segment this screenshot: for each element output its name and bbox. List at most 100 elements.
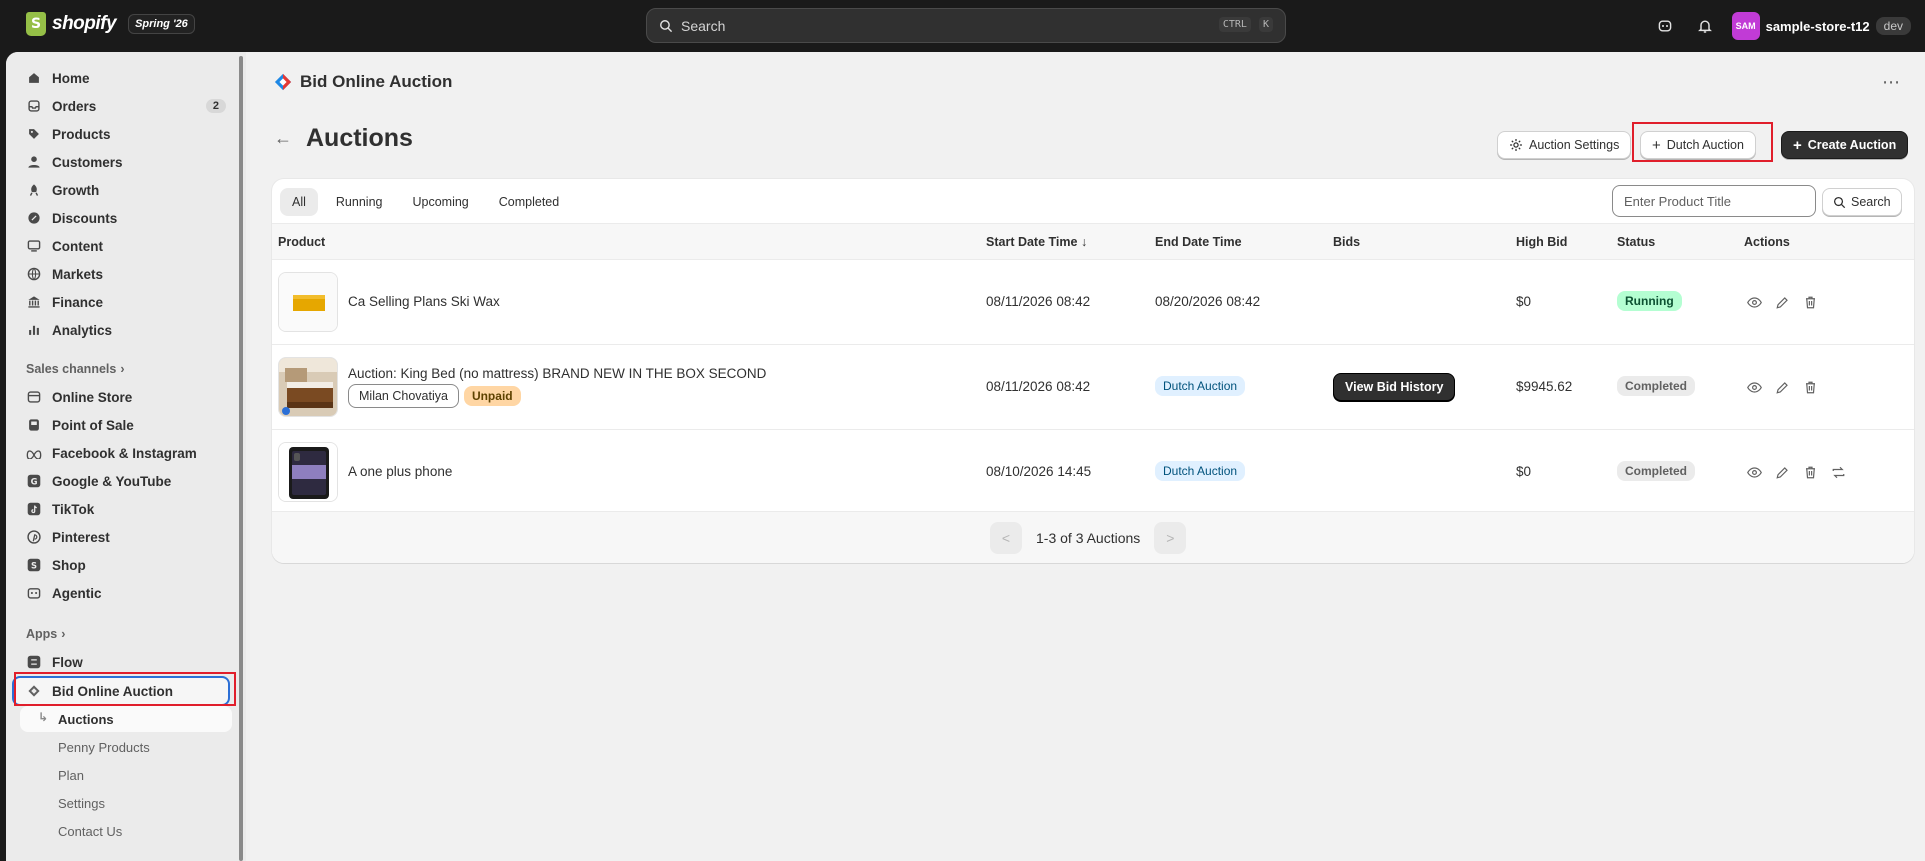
apps-heading[interactable]: Apps › (26, 627, 65, 641)
sidebar-item-growth[interactable]: Growth (20, 177, 232, 203)
search-button[interactable]: Search (1822, 188, 1902, 216)
sidebar-item-products[interactable]: Products (20, 121, 232, 147)
sidebar-item-discounts[interactable]: Discounts (20, 205, 232, 231)
sidebar-item-pos[interactable]: Point of Sale (20, 412, 232, 438)
column-header-start-date[interactable]: Start Date Time ↓ (986, 235, 1087, 249)
delete-icon[interactable] (1802, 464, 1818, 480)
sidebar-subitem-label: Penny Products (58, 739, 150, 755)
sidebar-item-label: Agentic (52, 585, 102, 601)
top-right-actions: SAM sample-store-t12 dev (1652, 12, 1911, 40)
auctions-card: All Running Upcoming Completed Search Pr… (272, 179, 1914, 563)
tab-running[interactable]: Running (324, 188, 395, 216)
sidebar-item-facebook-instagram[interactable]: Facebook & Instagram (20, 440, 232, 466)
product-title: A one plus phone (348, 464, 453, 479)
bid-app-icon (274, 73, 292, 91)
bell-icon[interactable] (1692, 13, 1718, 39)
tab-upcoming[interactable]: Upcoming (400, 188, 480, 216)
sidebar-subitem-label: Settings (58, 795, 105, 811)
page-header: ← Auctions (274, 124, 413, 153)
table-row[interactable]: A one plus phone 08/10/2026 14:45 Dutch … (272, 430, 1914, 515)
sidebar-item-shop[interactable]: S Shop (20, 552, 232, 578)
product-title-search-input[interactable] (1612, 185, 1816, 217)
edit-icon[interactable] (1774, 379, 1790, 395)
gear-icon (1510, 139, 1522, 151)
edit-icon[interactable] (1774, 464, 1790, 480)
sidebar-item-tiktok[interactable]: TikTok (20, 496, 232, 522)
sidebar-item-google-youtube[interactable]: G Google & YouTube (20, 468, 232, 494)
content-icon (26, 238, 42, 254)
product-title: Auction: King Bed (no mattress) BRAND NE… (348, 366, 767, 381)
table-row[interactable]: Ca Selling Plans Ski Wax 08/11/2026 08:4… (272, 260, 1914, 345)
bank-icon (26, 294, 42, 310)
eye-icon[interactable] (1746, 294, 1762, 310)
prev-page-button[interactable]: < (990, 522, 1022, 554)
sidebar-item-analytics[interactable]: Analytics (20, 317, 232, 343)
sidebar-item-orders[interactable]: Orders 2 (20, 93, 232, 119)
sidebar-item-markets[interactable]: Markets (20, 261, 232, 287)
sidebar-item-label: Facebook & Instagram (52, 445, 197, 461)
global-search[interactable]: Search CTRL K (646, 8, 1286, 43)
sidebar-item-label: Products (52, 126, 111, 142)
relist-icon[interactable] (1830, 464, 1846, 480)
delete-icon[interactable] (1802, 294, 1818, 310)
sidebar-subitem-label: Contact Us (58, 823, 123, 839)
sidebar-subitem-auctions[interactable]: ↳ Auctions (20, 706, 232, 732)
status-badge: Completed (1617, 461, 1696, 481)
back-arrow-icon[interactable]: ← (274, 128, 294, 149)
sidebar-subitem-penny-products[interactable]: Penny Products (20, 734, 232, 760)
status-badge: Running (1617, 291, 1682, 311)
sidekick-icon[interactable] (1652, 13, 1678, 39)
tab-all[interactable]: All (280, 188, 318, 216)
pinterest-icon (26, 529, 42, 545)
payment-status-badge: Unpaid (463, 386, 521, 406)
next-page-button[interactable]: > (1154, 522, 1187, 554)
sidebar-item-pinterest[interactable]: Pinterest (20, 524, 232, 550)
sidebar-item-customers[interactable]: Customers (20, 149, 232, 175)
eye-icon[interactable] (1746, 379, 1762, 395)
more-options-icon[interactable]: ⋯ (1882, 72, 1901, 93)
search-placeholder: Search (681, 17, 726, 34)
sidebar-subitem-contact-us[interactable]: Contact Us (20, 818, 232, 844)
sort-down-icon: ↓ (1080, 235, 1088, 249)
sidebar-item-label: Content (52, 238, 103, 254)
view-bid-history-button[interactable]: View Bid History (1333, 373, 1456, 401)
chart-icon (26, 322, 42, 338)
globe-icon (26, 266, 42, 282)
sidebar-item-online-store[interactable]: Online Store (20, 384, 232, 410)
table-row[interactable]: Auction: King Bed (no mattress) BRAND NE… (272, 345, 1914, 430)
tab-completed[interactable]: Completed (487, 188, 571, 216)
sidebar-subitem-plan[interactable]: Plan (20, 762, 232, 788)
tiktok-icon (26, 501, 42, 517)
search-icon (660, 19, 673, 32)
sidebar-item-label: Markets (52, 266, 104, 282)
high-bid: $0 (1516, 294, 1532, 309)
sidebar-item-label: Customers (52, 154, 123, 170)
sidebar-item-label: Analytics (52, 322, 113, 338)
sidebar-item-content[interactable]: Content (20, 233, 232, 259)
store-menu[interactable]: SAM sample-store-t12 dev (1731, 12, 1911, 40)
sidebar-item-label: Discounts (52, 210, 118, 226)
orders-count-badge: 2 (205, 99, 226, 113)
eye-icon[interactable] (1746, 464, 1762, 480)
shopify-logo[interactable]: shopify Spring '26 (26, 12, 195, 36)
create-auction-button[interactable]: + Create Auction (1781, 131, 1909, 159)
sidebar-subitem-settings[interactable]: Settings (20, 790, 232, 816)
sidebar-item-label: Online Store (52, 389, 133, 405)
auction-settings-button[interactable]: Auction Settings (1497, 131, 1632, 159)
sidebar-scrollbar[interactable] (239, 56, 243, 861)
sidebar-item-label: Growth (52, 182, 100, 198)
app-title: Bid Online Auction (300, 72, 453, 91)
sales-channels-label: Sales channels (26, 362, 117, 376)
customer-chip[interactable]: Milan Chovatiya (348, 384, 459, 408)
agentic-icon (26, 585, 42, 601)
sidebar-item-home[interactable]: Home (20, 65, 232, 91)
delete-icon[interactable] (1802, 379, 1818, 395)
sales-channels-heading[interactable]: Sales channels › (26, 362, 125, 376)
column-header-bids: Bids (1333, 235, 1361, 249)
auction-type-badge: Dutch Auction (1155, 376, 1246, 396)
store-icon (26, 389, 42, 405)
sidebar-item-finance[interactable]: Finance (20, 289, 232, 315)
edit-icon[interactable] (1774, 294, 1790, 310)
sidebar-item-agentic[interactable]: Agentic (20, 580, 232, 606)
column-header-status: Status (1617, 235, 1656, 249)
